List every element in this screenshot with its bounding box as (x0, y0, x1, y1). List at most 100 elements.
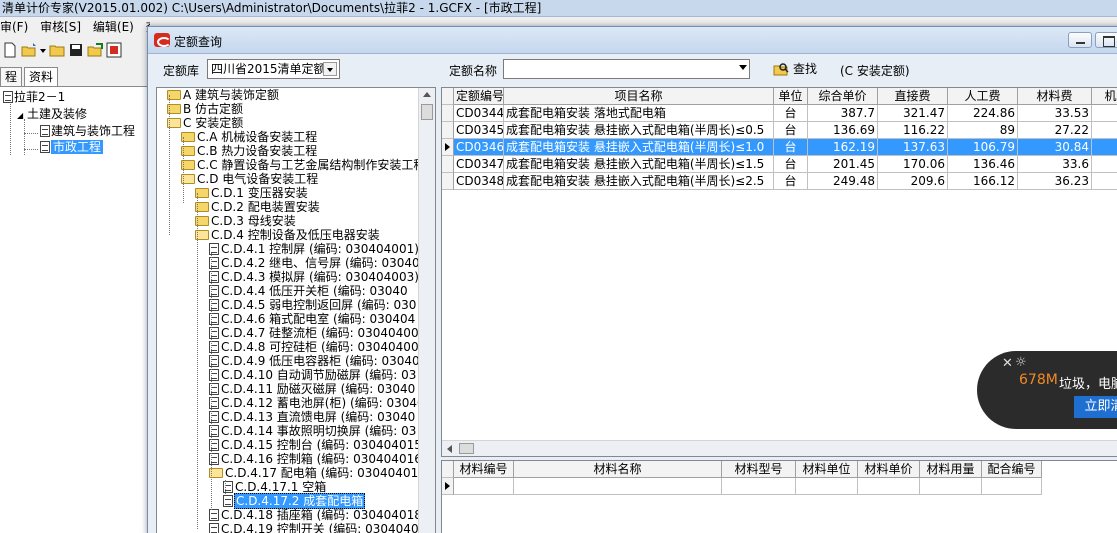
table-cell[interactable]: CD0345 (454, 122, 504, 139)
tab-data[interactable]: 资料 (24, 67, 59, 86)
table-cell[interactable]: 成套配电箱安装 悬挂嵌入式配电箱(半周长)≤2.5 (504, 173, 774, 190)
table-cell[interactable] (920, 478, 982, 495)
tree-node[interactable]: C.D.4.6 箱式配电室 (编码: 030404 (209, 312, 416, 326)
table-cell[interactable]: 106.79 (948, 139, 1018, 156)
table-cell[interactable]: 209.6 (878, 173, 948, 190)
export-icon[interactable] (87, 42, 103, 58)
close-project-icon[interactable] (106, 42, 122, 58)
table-cell[interactable]: 162.19 (808, 139, 878, 156)
tree-node[interactable]: C.D.4.7 硅整流柜 (编码: 030404007 (209, 326, 427, 340)
tree-node[interactable]: C.B 热力设备安装工程 (181, 144, 318, 158)
minimize-button[interactable] (1068, 32, 1092, 48)
table-cell[interactable]: CD0344 (454, 105, 504, 122)
save-icon[interactable] (68, 42, 84, 58)
table-cell[interactable] (454, 478, 514, 495)
table-cell[interactable]: 27.22 (1018, 122, 1092, 139)
row-marker[interactable] (442, 478, 454, 495)
table-cell[interactable]: CD0348 (454, 173, 504, 190)
tree-node[interactable]: C.D.4.19 控制开关 (编码: 030404019 (209, 522, 435, 533)
tree-node[interactable]: C 安装定额 (167, 116, 244, 130)
table-cell[interactable] (982, 478, 1042, 495)
column-header[interactable]: 人工费 (948, 88, 1018, 105)
menu-edit[interactable]: 编辑(E) (93, 20, 134, 34)
column-header[interactable]: 材料单价 (858, 461, 920, 478)
folder-icon[interactable] (49, 42, 65, 58)
tree-node[interactable]: C.D.1 变压器安装 (195, 186, 309, 200)
table-cell[interactable]: 台 (774, 156, 808, 173)
tree-node[interactable]: C.D.4.9 低压电容器柜 (编码: 03040 (209, 354, 421, 368)
scroll-thumb[interactable] (421, 104, 433, 120)
chevron-down-icon[interactable] (739, 65, 747, 70)
table-row[interactable]: CD0347 成套配电箱安装 悬挂嵌入式配电箱(半周长)≤1.5 台 201.45 17… (442, 156, 1117, 173)
table-cell[interactable]: 36.23 (1018, 173, 1092, 190)
tree-node[interactable]: C.D.4.11 励磁灭磁屏 (编码: 03040 (209, 382, 416, 396)
table-cell[interactable]: 33.6 (1018, 156, 1092, 173)
table-cell[interactable]: 137.63 (878, 139, 948, 156)
table-cell[interactable]: CD0347 (454, 156, 504, 173)
table-cell[interactable]: 33.53 (1018, 105, 1092, 122)
quota-name-input[interactable] (503, 59, 750, 79)
search-button[interactable]: 查找 (773, 60, 817, 78)
tree-node[interactable]: C.D.4.17 配电箱 (编码: 030404017 (209, 466, 427, 480)
table-cell[interactable]: 台 (774, 105, 808, 122)
column-header[interactable]: 材料用量 (920, 461, 982, 478)
table-cell[interactable]: 成套配电箱安装 悬挂嵌入式配电箱(半周长)≤1.0 (504, 139, 774, 156)
table-cell[interactable]: 166.12 (948, 173, 1018, 190)
table-cell[interactable] (1092, 173, 1117, 190)
column-header[interactable]: 材料费 (1018, 88, 1092, 105)
grid-hscrollbar[interactable] (442, 440, 1117, 456)
column-header[interactable]: 材料名称 (514, 461, 722, 478)
column-header[interactable]: 定额编号 (454, 88, 504, 105)
gear-icon[interactable]: ☼ (1015, 355, 1027, 370)
tree-node[interactable]: C.D.4.18 插座箱 (编码: 030404018 (209, 508, 423, 522)
maximize-button[interactable] (1095, 32, 1117, 48)
row-marker[interactable] (442, 139, 454, 156)
new-file-icon[interactable] (2, 42, 18, 58)
tree-node-building[interactable]: 建筑与装饰工程 (40, 123, 135, 140)
column-header[interactable]: 综合单价 (808, 88, 878, 105)
table-cell[interactable]: 30.84 (1018, 139, 1092, 156)
tree-node[interactable]: C.D.4.13 直流馈电屏 (编码: 03040 (209, 410, 416, 424)
tree-node[interactable]: C.D.4.12 蓄电池屏(柜) (编码: 03040 (209, 396, 426, 410)
tree-node[interactable]: C.D.2 配电装置安装 (195, 200, 321, 214)
scroll-thumb[interactable] (459, 443, 474, 454)
tree-node[interactable]: C.D.4.17.1 空箱 (223, 480, 327, 494)
chevron-down-icon[interactable] (323, 62, 337, 76)
table-cell[interactable]: 116.22 (878, 122, 948, 139)
table-row[interactable]: CD0346 成套配电箱安装 悬挂嵌入式配电箱(半周长)≤1.0 台 162.19 13… (442, 139, 1117, 156)
table-row[interactable]: CD0348 成套配电箱安装 悬挂嵌入式配电箱(半周长)≤2.5 台 249.48 20… (442, 173, 1117, 190)
table-cell[interactable]: 249.48 (808, 173, 878, 190)
menu-review[interactable]: 审核[S] (40, 20, 81, 34)
table-cell[interactable] (722, 478, 796, 495)
column-header[interactable]: 材料型号 (722, 461, 796, 478)
tree-node-project-root[interactable]: 拉菲2－1 (3, 89, 65, 106)
tab-project[interactable]: 程 (0, 67, 23, 86)
tree-node[interactable]: C.D.4.8 可控硅柜 (编码: 030404008 (209, 340, 427, 354)
row-marker[interactable] (442, 156, 454, 173)
tree-node[interactable]: B 仿古定额 (167, 102, 244, 116)
table-cell[interactable]: 224.86 (948, 105, 1018, 122)
row-marker[interactable] (442, 105, 454, 122)
tree-node[interactable]: C.D.4.14 事故照明切换屏 (编码: 03 (209, 424, 417, 438)
clean-now-button[interactable]: 立即清 (1074, 396, 1117, 418)
tree-node[interactable]: A 建筑与装饰定额 (167, 88, 280, 102)
tree-node[interactable]: C.D.4.3 模拟屏 (编码: 030404003) (209, 270, 420, 284)
tree-node[interactable]: C.D.4.15 控制台 (编码: 030404015 (209, 438, 423, 452)
tree-node[interactable]: C.D.4.10 自动调节励磁屏 (编码: 03 (209, 368, 417, 382)
material-empty-row[interactable] (442, 478, 1117, 495)
tree-node[interactable]: C.D.4.5 弱电控制返回屏 (编码: 030 (209, 298, 417, 312)
table-cell[interactable] (1092, 139, 1117, 156)
tree-node[interactable]: C.D.4.1 控制屏 (编码: 030404001) (209, 242, 420, 256)
row-marker[interactable] (442, 173, 454, 190)
menu-file[interactable]: 审(F) (0, 20, 28, 34)
column-header[interactable]: 单位 (774, 88, 808, 105)
table-cell[interactable]: 89 (948, 122, 1018, 139)
table-cell[interactable] (796, 478, 858, 495)
tree-node[interactable]: C.D.4.16 控制箱 (编码: 030404016 (209, 452, 423, 466)
tree-node[interactable]: C.D.4.4 低压开关柜 (编码: 03040 (209, 284, 409, 298)
table-cell[interactable]: 成套配电箱安装 悬挂嵌入式配电箱(半周长)≤0.5 (504, 122, 774, 139)
table-cell[interactable]: 136.46 (948, 156, 1018, 173)
table-cell[interactable]: 170.06 (878, 156, 948, 173)
column-header[interactable]: 配合编号 (982, 461, 1042, 478)
table-cell[interactable]: 台 (774, 122, 808, 139)
